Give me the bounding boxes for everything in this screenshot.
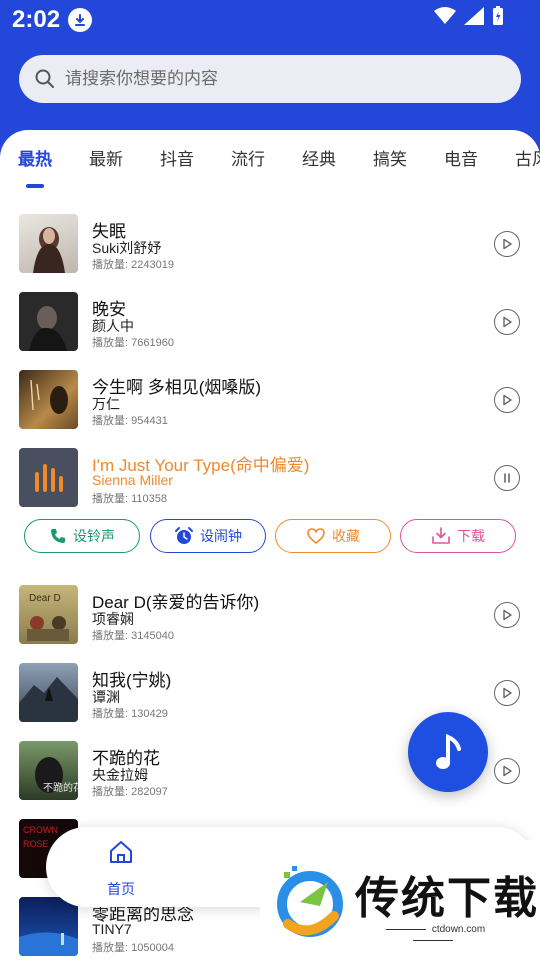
play-count: 播放量: 2243019 [92,259,174,271]
music-note-icon [436,733,461,769]
song-row[interactable]: 失眠 Suki刘舒妤 播放量: 2243019 [0,214,540,274]
watermark-url: ctdown.com [355,924,510,946]
download-label: 下载 [457,528,485,544]
tab-popular[interactable]: 流行 [231,145,265,170]
tab-classic[interactable]: 经典 [302,145,336,170]
song-artist: TINY7 [92,921,132,937]
svg-text:Dear D: Dear D [29,593,61,604]
category-tabs: 最热 最新 抖音 流行 经典 搞笑 电音 古风 [0,145,540,185]
album-cover [19,292,78,351]
song-row[interactable]: 晚安 颜人中 播放量: 7661960 [0,292,540,352]
heart-icon [307,528,325,544]
song-artist: 颜人中 [92,318,134,334]
ctdown-logo [277,866,343,937]
play-count: 播放量: 954431 [92,415,168,427]
search-input[interactable] [65,69,465,89]
play-button[interactable] [494,387,520,413]
status-bar: 2:02 [0,0,540,40]
svg-text:ROSE: ROSE [23,839,49,849]
phone-icon [51,529,65,543]
watermark-overlay: 传统下载 ctdown.com [260,840,540,960]
favorite-label: 收藏 [332,528,360,544]
download-button[interactable]: 下载 [400,519,516,553]
song-artist: 央金拉姆 [92,767,148,783]
play-button[interactable] [494,758,520,784]
album-cover [19,214,78,273]
play-count: 播放量: 130429 [92,708,168,720]
album-cover [19,448,78,507]
nav-home-button[interactable] [106,839,136,870]
album-cover [19,897,78,956]
play-button[interactable] [494,231,520,257]
system-icons [434,6,504,26]
favorite-button[interactable]: 收藏 [275,519,391,553]
pause-button[interactable] [494,465,520,491]
album-cover: Dear D [19,585,78,644]
play-icon [503,394,512,406]
tab-new[interactable]: 最新 [89,145,123,170]
watermark-text: 传统下载 [355,874,539,923]
set-alarm-label: 设闹钟 [200,528,242,544]
svg-text:不跪的花: 不跪的花 [43,781,78,794]
home-icon [110,841,132,863]
song-row-playing[interactable]: I'm Just Your Type(命中偏爱) Sienna Miller 播… [0,448,540,508]
battery-icon [493,6,503,25]
song-artist: 项睿娴 [92,611,134,627]
tab-ancient[interactable]: 古风 [515,145,540,170]
song-row[interactable]: 今生啊 多相见(烟嗓版) 万仁 播放量: 954431 [0,370,540,430]
play-count: 播放量: 282097 [92,786,168,798]
play-button[interactable] [494,680,520,706]
album-cover: 不跪的花 [19,741,78,800]
tab-douyin[interactable]: 抖音 [160,145,194,170]
signal-icon [464,7,484,25]
play-button[interactable] [494,309,520,335]
search-icon [35,69,54,88]
download-icon [432,527,450,544]
song-artist: 万仁 [92,396,120,412]
album-cover [19,370,78,429]
play-icon [503,316,512,328]
tab-electronic[interactable]: 电音 [444,145,478,170]
play-icon [503,609,512,621]
album-cover [19,663,78,722]
wifi-icon [434,7,456,24]
status-time: 2:02 [12,6,61,33]
tab-indicator [26,184,44,188]
download-notification-icon [68,8,92,32]
play-icon [503,687,512,699]
alarm-clock-icon [175,527,193,544]
set-ringtone-label: 设铃声 [73,528,115,544]
search-bar[interactable] [19,55,521,103]
pause-icon [504,473,510,483]
play-count: 播放量: 3145040 [92,630,174,642]
tab-funny[interactable]: 搞笑 [373,145,407,170]
play-count: 播放量: 7661960 [92,337,174,349]
tab-hot[interactable]: 最热 [18,145,52,170]
play-button[interactable] [494,602,520,628]
play-icon [503,238,512,250]
play-icon [503,765,512,777]
song-row[interactable]: Dear D Dear D(亲爱的告诉你) 项睿娴 播放量: 3145040 [0,585,540,645]
song-artist: 谭渊 [92,689,120,705]
svg-text:CROWN: CROWN [23,825,58,835]
play-count: 播放量: 1050004 [92,942,174,954]
nav-home-label: 首页 [107,881,135,897]
song-actions: 设铃声 设闹钟 收藏 下载 [0,519,540,555]
set-ringtone-button[interactable]: 设铃声 [24,519,140,553]
set-alarm-button[interactable]: 设闹钟 [150,519,266,553]
play-count: 播放量: 110358 [92,493,168,505]
music-player-fab[interactable] [408,712,488,792]
song-artist: Sienna Miller [92,472,173,488]
equalizer-icon [35,464,63,492]
song-artist: Suki刘舒妤 [92,240,162,256]
